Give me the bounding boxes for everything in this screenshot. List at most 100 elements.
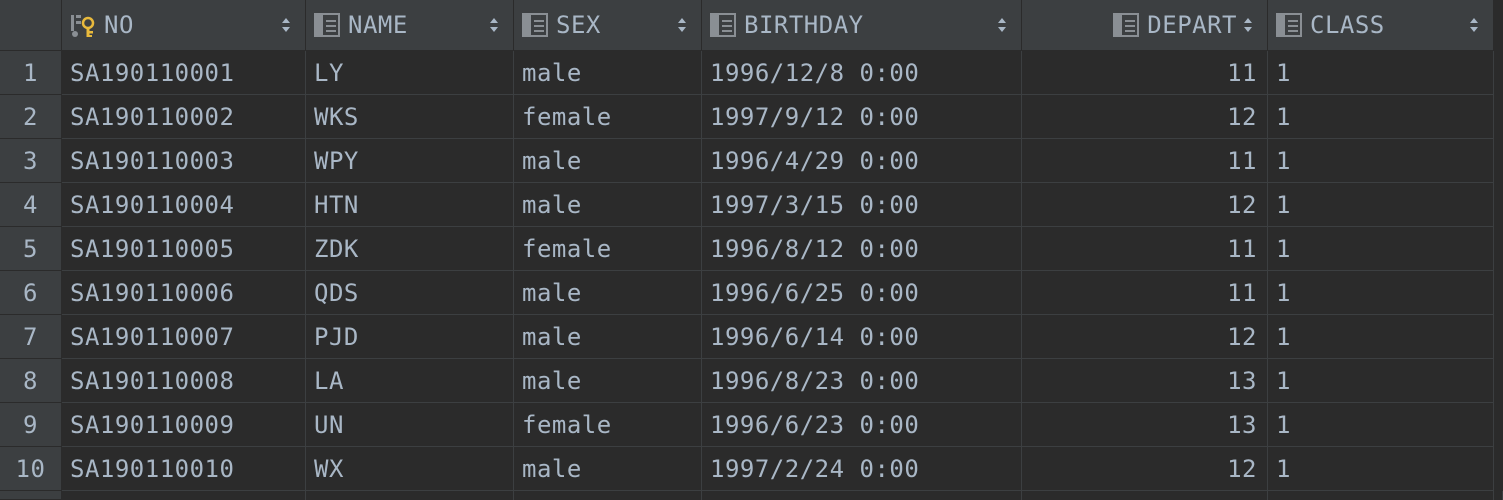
cell-birthday[interactable]: 1996/6/14 0:00 [702,315,1022,359]
column-header-depart[interactable]: DEPART [1022,0,1268,51]
cell-depart[interactable]: 11 [1022,271,1268,315]
cell-no[interactable]: SA190110003 [62,139,306,183]
cell-class[interactable]: 1 [1268,271,1494,315]
cell-class[interactable]: 1 [1268,95,1494,139]
cell-class[interactable]: 1 [1268,183,1494,227]
row-number[interactable]: 10 [0,447,62,491]
cell-sex[interactable]: female [514,95,702,139]
row-edge [1494,51,1503,95]
column-header-sex[interactable]: SEX [514,0,702,51]
column-header-label: NAME [348,11,408,39]
cell-depart[interactable]: 12 [1022,183,1268,227]
filler-cell [1268,491,1494,500]
cell-birthday[interactable]: 1997/9/12 0:00 [702,95,1022,139]
cell-sex[interactable]: male [514,359,702,403]
cell-birthday[interactable]: 1997/3/15 0:00 [702,183,1022,227]
cell-sex[interactable]: female [514,227,702,271]
row-number[interactable]: 2 [0,95,62,139]
cell-no[interactable]: SA190110004 [62,183,306,227]
cell-depart[interactable]: 12 [1022,447,1268,491]
cell-name[interactable]: UN [306,403,514,447]
cell-birthday[interactable]: 1996/4/29 0:00 [702,139,1022,183]
sort-arrows-icon[interactable] [997,17,1007,33]
column-header-no[interactable]: NO [62,0,306,51]
cell-class[interactable]: 1 [1268,227,1494,271]
row-number[interactable]: 8 [0,359,62,403]
cell-birthday[interactable]: 1996/6/23 0:00 [702,403,1022,447]
sort-arrows-icon[interactable] [489,17,499,33]
cell-birthday[interactable]: 1997/2/24 0:00 [702,447,1022,491]
column-icon [1113,13,1140,37]
header-edge [1494,0,1503,51]
column-icon [314,13,340,37]
cell-depart[interactable]: 13 [1022,403,1268,447]
cell-class[interactable]: 1 [1268,51,1494,95]
row-edge [1494,403,1503,447]
column-icon [522,13,548,37]
cell-no[interactable]: SA190110008 [62,359,306,403]
filler-cell [702,491,1022,500]
cell-depart[interactable]: 12 [1022,315,1268,359]
column-header-label: SEX [556,11,601,39]
row-number[interactable]: 5 [0,227,62,271]
cell-no[interactable]: SA190110009 [62,403,306,447]
row-edge [1494,271,1503,315]
cell-no[interactable]: SA190110010 [62,447,306,491]
results-grid: NO NAME SEX BIRTHDAY DEPART CLASS 1 SA19… [0,0,1503,500]
cell-name[interactable]: HTN [306,183,514,227]
row-number[interactable]: 4 [0,183,62,227]
row-number[interactable]: 1 [0,51,62,95]
cell-sex[interactable]: male [514,271,702,315]
cell-depart[interactable]: 11 [1022,139,1268,183]
sort-arrows-icon[interactable] [281,17,291,33]
sort-arrows-icon[interactable] [1243,17,1253,33]
row-number[interactable]: 9 [0,403,62,447]
row-number-filler [0,491,62,500]
row-number[interactable]: 6 [0,271,62,315]
cell-class[interactable]: 1 [1268,139,1494,183]
cell-sex[interactable]: male [514,51,702,95]
cell-depart[interactable]: 13 [1022,359,1268,403]
cell-no[interactable]: SA190110005 [62,227,306,271]
column-header-name[interactable]: NAME [306,0,514,51]
cell-no[interactable]: SA190110001 [62,51,306,95]
cell-no[interactable]: SA190110002 [62,95,306,139]
cell-name[interactable]: PJD [306,315,514,359]
filler-cell [514,491,702,500]
row-number[interactable]: 7 [0,315,62,359]
cell-name[interactable]: WX [306,447,514,491]
cell-sex[interactable]: male [514,315,702,359]
column-header-class[interactable]: CLASS [1268,0,1494,51]
cell-name[interactable]: WPY [306,139,514,183]
cell-depart[interactable]: 11 [1022,227,1268,271]
row-edge [1494,183,1503,227]
cell-sex[interactable]: male [514,447,702,491]
cell-name[interactable]: WKS [306,95,514,139]
sort-arrows-icon[interactable] [677,17,687,33]
cell-no[interactable]: SA190110007 [62,315,306,359]
cell-class[interactable]: 1 [1268,315,1494,359]
cell-depart[interactable]: 12 [1022,95,1268,139]
cell-birthday[interactable]: 1996/8/12 0:00 [702,227,1022,271]
column-header-birthday[interactable]: BIRTHDAY [702,0,1022,51]
cell-class[interactable]: 1 [1268,359,1494,403]
cell-sex[interactable]: male [514,183,702,227]
cell-class[interactable]: 1 [1268,447,1494,491]
corner-cell[interactable] [0,0,62,51]
cell-birthday[interactable]: 1996/6/25 0:00 [702,271,1022,315]
row-edge [1494,95,1503,139]
cell-name[interactable]: QDS [306,271,514,315]
cell-depart[interactable]: 11 [1022,51,1268,95]
cell-birthday[interactable]: 1996/8/23 0:00 [702,359,1022,403]
sort-arrows-icon[interactable] [1469,17,1479,33]
cell-name[interactable]: LA [306,359,514,403]
cell-class[interactable]: 1 [1268,403,1494,447]
row-edge [1494,227,1503,271]
cell-birthday[interactable]: 1996/12/8 0:00 [702,51,1022,95]
cell-name[interactable]: LY [306,51,514,95]
row-number[interactable]: 3 [0,139,62,183]
cell-sex[interactable]: female [514,403,702,447]
cell-no[interactable]: SA190110006 [62,271,306,315]
cell-sex[interactable]: male [514,139,702,183]
cell-name[interactable]: ZDK [306,227,514,271]
